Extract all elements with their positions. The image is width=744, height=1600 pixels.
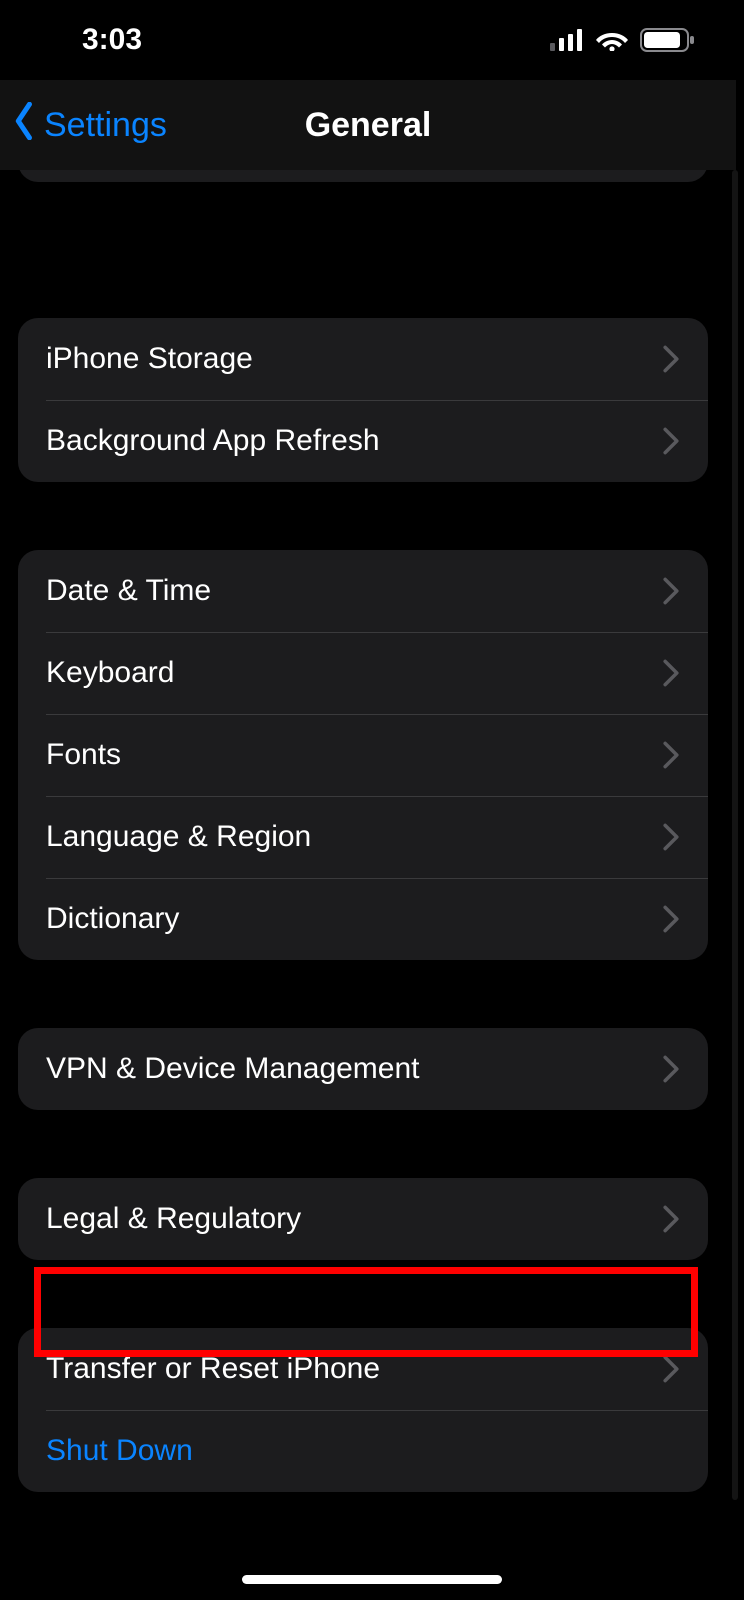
row-legal-regulatory[interactable]: Legal & Regulatory: [18, 1178, 708, 1260]
status-time: 3:03: [82, 23, 142, 57]
wifi-icon: [596, 29, 628, 51]
settings-content: CarPlay iPhone Storage Background App Re…: [0, 170, 726, 1600]
chevron-right-icon: [662, 905, 680, 933]
back-label: Settings: [44, 106, 167, 145]
row-label: Shut Down: [46, 1434, 680, 1468]
battery-icon: [640, 28, 696, 52]
row-dictionary[interactable]: Dictionary: [18, 878, 708, 960]
status-bar: 3:03: [0, 0, 736, 80]
row-label: Dictionary: [46, 902, 662, 936]
row-carplay[interactable]: CarPlay: [18, 170, 708, 182]
cellular-icon: [550, 29, 584, 51]
settings-group-reset: Transfer or Reset iPhone Shut Down: [18, 1328, 708, 1492]
row-background-app-refresh[interactable]: Background App Refresh: [18, 400, 708, 482]
row-label: Date & Time: [46, 574, 662, 608]
row-shut-down[interactable]: Shut Down: [18, 1410, 708, 1492]
chevron-right-icon: [662, 1355, 680, 1383]
settings-group-carplay: CarPlay: [18, 170, 708, 182]
home-indicator[interactable]: [242, 1575, 502, 1584]
chevron-right-icon: [662, 577, 680, 605]
row-keyboard[interactable]: Keyboard: [18, 632, 708, 714]
row-vpn-device-management[interactable]: VPN & Device Management: [18, 1028, 708, 1110]
nav-bar: Settings General: [0, 80, 736, 170]
row-date-time[interactable]: Date & Time: [18, 550, 708, 632]
settings-group-system: Date & Time Keyboard Fonts Language & Re…: [18, 550, 708, 960]
row-label: Transfer or Reset iPhone: [46, 1352, 662, 1386]
row-label: Language & Region: [46, 820, 662, 854]
chevron-right-icon: [662, 1055, 680, 1083]
chevron-right-icon: [662, 659, 680, 687]
row-iphone-storage[interactable]: iPhone Storage: [18, 318, 708, 400]
row-label: iPhone Storage: [46, 342, 662, 376]
settings-group-legal: Legal & Regulatory: [18, 1178, 708, 1260]
row-language-region[interactable]: Language & Region: [18, 796, 708, 878]
right-edge-shadow: [732, 170, 738, 1500]
chevron-right-icon: [662, 1205, 680, 1233]
row-fonts[interactable]: Fonts: [18, 714, 708, 796]
row-label: VPN & Device Management: [46, 1052, 662, 1086]
chevron-right-icon: [662, 741, 680, 769]
row-label: Background App Refresh: [46, 424, 662, 458]
back-button[interactable]: Settings: [10, 102, 167, 149]
row-label: Keyboard: [46, 656, 662, 690]
chevron-right-icon: [662, 345, 680, 373]
chevron-right-icon: [662, 427, 680, 455]
row-label: Fonts: [46, 738, 662, 772]
chevron-right-icon: [662, 823, 680, 851]
chevron-left-icon: [10, 102, 40, 149]
row-label: Legal & Regulatory: [46, 1202, 662, 1236]
settings-group-vpn: VPN & Device Management: [18, 1028, 708, 1110]
settings-group-storage: iPhone Storage Background App Refresh: [18, 318, 708, 482]
row-transfer-reset[interactable]: Transfer or Reset iPhone: [18, 1328, 708, 1410]
